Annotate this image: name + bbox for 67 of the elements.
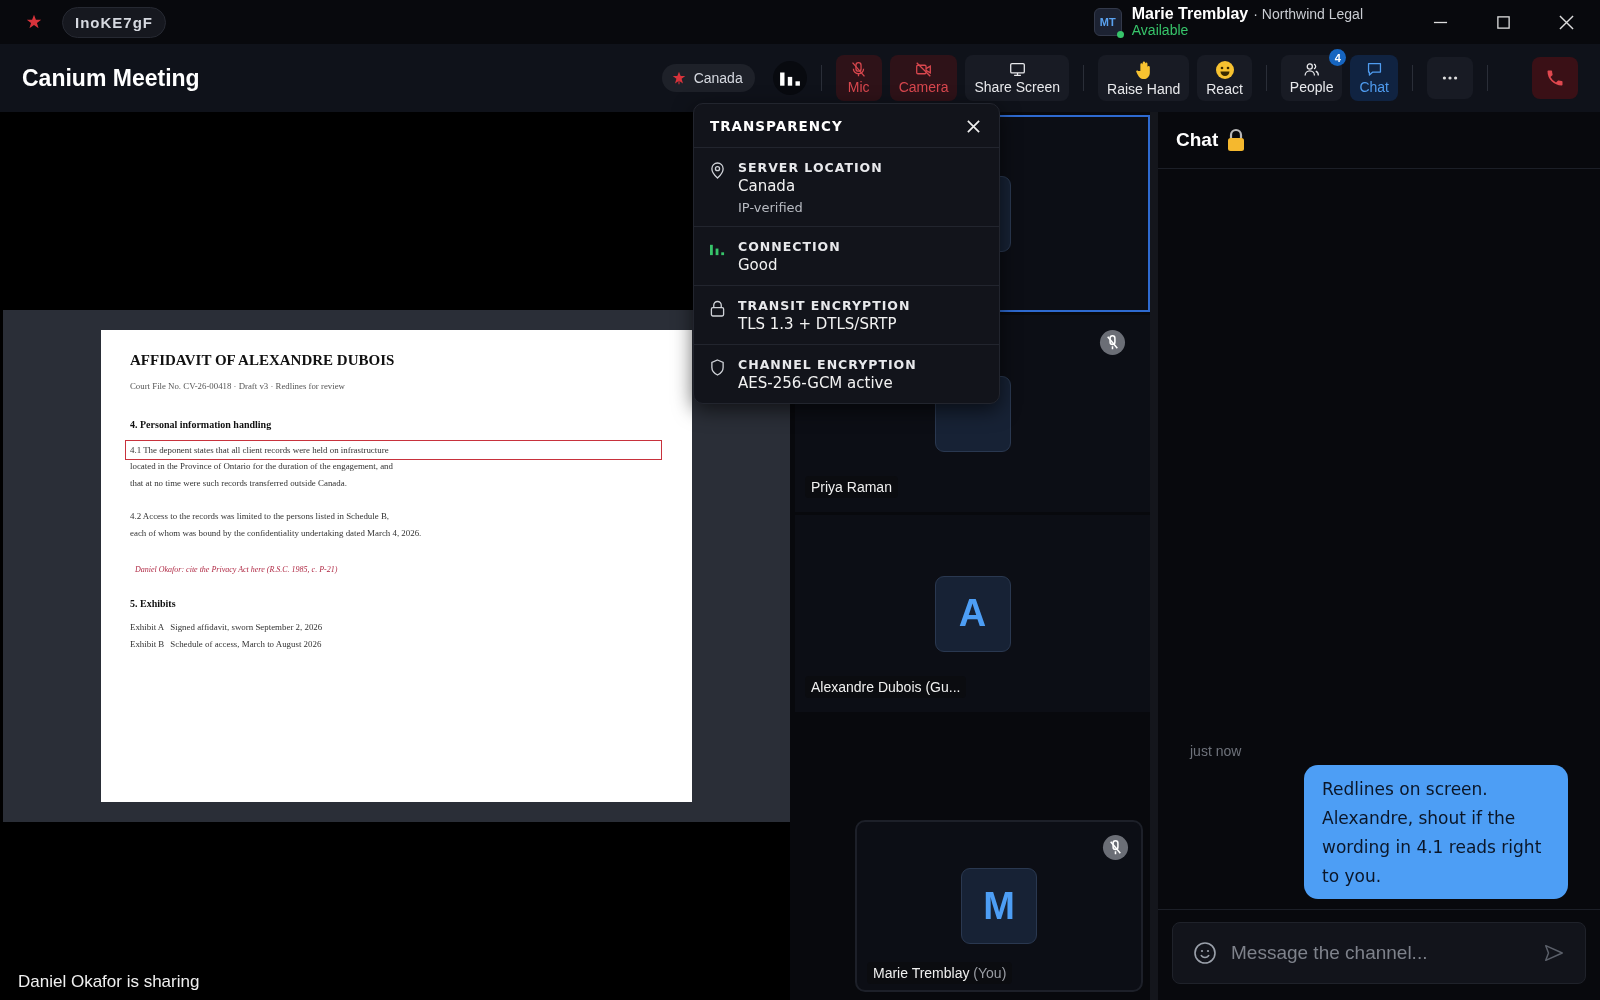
participant-name: Alexandre Dubois (Gu... bbox=[805, 676, 967, 698]
user-name: Marie Tremblay bbox=[1131, 6, 1249, 22]
message-bubble: Redlines on screen. Alexandre, shout if the wording in 4.1 reads right to you. bbox=[1304, 765, 1568, 899]
user-avatar[interactable]: MT bbox=[1093, 8, 1122, 36]
mic-button[interactable]: Mic bbox=[835, 55, 882, 101]
avatar: A bbox=[934, 575, 1011, 652]
count-badge: 4 bbox=[1329, 49, 1347, 66]
exhibit-text: Signed affidavit, sworn September 2, 2026 bbox=[170, 621, 323, 634]
document-line: located in the Province of Ontario for the duration of the engagement, and bbox=[130, 460, 394, 473]
self-view-tile[interactable]: M Marie Tremblay (You) bbox=[855, 820, 1143, 992]
people-icon bbox=[1303, 61, 1321, 78]
document-line: 4.2 Access to the records was limited to the persons listed in Schedule B, bbox=[130, 510, 391, 523]
exhibit-text: Schedule of access, March to August 2026 bbox=[170, 637, 322, 651]
end-call-button[interactable] bbox=[1532, 57, 1578, 99]
avatar: M bbox=[961, 868, 1037, 944]
monitor-icon bbox=[1008, 61, 1026, 78]
chat-title: Chat bbox=[1176, 129, 1219, 151]
participant-name: Marie Tremblay (You) bbox=[867, 962, 1013, 984]
exhibit-label: Exhibit B bbox=[130, 637, 165, 651]
region-chip[interactable]: Canada bbox=[661, 64, 755, 92]
star-icon bbox=[671, 70, 686, 86]
hand-button[interactable]: Raise Hand bbox=[1098, 55, 1190, 101]
connection-button[interactable] bbox=[772, 61, 807, 95]
exhibit-label: Exhibit A bbox=[130, 621, 165, 634]
organization-name: · Northwind Legal bbox=[1253, 6, 1363, 22]
star-icon bbox=[26, 14, 42, 30]
section-heading: 4. Personal information handling bbox=[130, 419, 273, 430]
video-tile[interactable]: A Alexandre Dubois (Gu... bbox=[795, 515, 1150, 712]
user-status: Available bbox=[1131, 22, 1190, 38]
maximize-icon[interactable] bbox=[1496, 14, 1511, 30]
room-code[interactable]: InoKE7gF bbox=[62, 6, 166, 38]
info-value: Canada bbox=[738, 177, 797, 195]
info-label: TRANSIT ENCRYPTION bbox=[738, 298, 911, 313]
redline-comment: Daniel Okafor: cite the Privacy Act here (R.S.C. 1985, c. P-21) bbox=[135, 565, 339, 574]
document-line: each of whom was bound by the confidentiality undertaking dated March 4, 2026. bbox=[130, 526, 423, 540]
participant-name: Priya Raman bbox=[805, 476, 898, 498]
message-input[interactable]: Message the channel... bbox=[1229, 941, 1531, 965]
muted-mic-icon bbox=[850, 61, 868, 78]
lock-icon bbox=[710, 300, 725, 317]
close-icon[interactable] bbox=[1559, 14, 1574, 30]
document-line: that at no time were such records transferred outside Canada. bbox=[130, 476, 348, 490]
info-label: CONNECTION bbox=[738, 239, 841, 254]
camera-off-icon bbox=[915, 61, 933, 78]
more-icon bbox=[1442, 75, 1458, 81]
info-value: Good bbox=[738, 256, 779, 274]
chat-button[interactable]: Chat bbox=[1350, 55, 1398, 101]
phone-icon bbox=[1545, 68, 1565, 88]
document-title: AFFIDAVIT OF ALEXANDRE DUBOIS bbox=[130, 352, 396, 369]
location-pin-icon bbox=[710, 162, 725, 179]
shield-icon bbox=[710, 359, 725, 376]
popover-title: TRANSPARENCY bbox=[710, 118, 843, 134]
message-field[interactable]: Message the channel... bbox=[1172, 922, 1586, 984]
sharing-caption: Daniel Okafor is sharing bbox=[18, 972, 200, 992]
close-icon[interactable] bbox=[966, 118, 981, 134]
meeting-title: Canium Meeting bbox=[22, 64, 200, 92]
send-icon[interactable] bbox=[1543, 942, 1565, 964]
message-time: just now bbox=[1190, 743, 1243, 759]
document-meta: Court File No. CV-26-00418 · Draft v3 · Redlines for review bbox=[130, 381, 346, 391]
info-label: SERVER LOCATION bbox=[738, 160, 883, 175]
react-button[interactable]: React bbox=[1197, 55, 1252, 101]
camera-button[interactable]: Camera bbox=[889, 55, 958, 101]
chat-bubble-icon bbox=[1365, 61, 1383, 78]
smiley-icon bbox=[1214, 59, 1235, 80]
info-note: IP-verified bbox=[738, 200, 804, 215]
section-heading: 5. Exhibits bbox=[130, 598, 177, 609]
emoji-icon[interactable] bbox=[1193, 941, 1217, 965]
share-button[interactable]: Share Screen bbox=[965, 55, 1070, 101]
